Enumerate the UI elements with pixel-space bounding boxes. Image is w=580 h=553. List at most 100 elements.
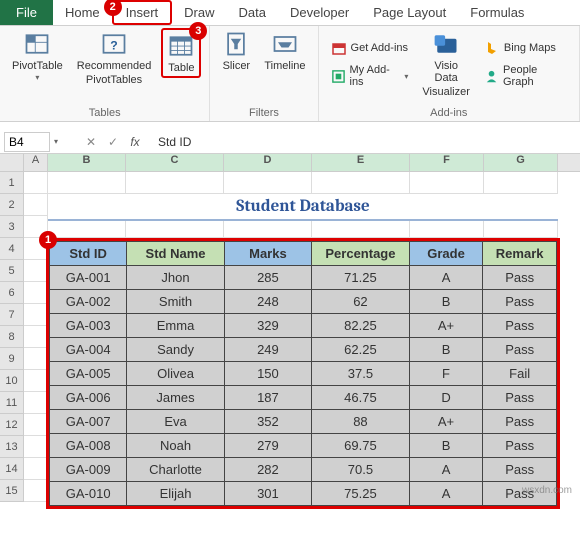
cell-remark[interactable]: Pass	[483, 410, 557, 434]
cell[interactable]	[24, 480, 48, 502]
cell[interactable]	[24, 260, 48, 282]
cell-pct[interactable]: 69.75	[312, 434, 410, 458]
recommended-pivottables-button[interactable]: ? Recommended PivotTables	[73, 28, 156, 88]
th-grade[interactable]: Grade	[409, 242, 483, 266]
cell-marks[interactable]: 187	[224, 386, 311, 410]
cell[interactable]	[126, 172, 224, 194]
cell-grade[interactable]: B	[409, 290, 483, 314]
cell-grade[interactable]: F	[409, 362, 483, 386]
tab-developer[interactable]: Developer	[278, 0, 361, 25]
cell[interactable]	[24, 436, 48, 458]
pivottable-button[interactable]: PivotTable ▾	[8, 28, 67, 85]
cell-pct[interactable]: 82.25	[312, 314, 410, 338]
cell-remark[interactable]: Fail	[483, 362, 557, 386]
row-header[interactable]: 11	[0, 392, 24, 414]
cell-grade[interactable]: A+	[409, 410, 483, 434]
get-addins-button[interactable]: Get Add-ins	[327, 38, 413, 58]
cell[interactable]	[24, 370, 48, 392]
row-header[interactable]: 8	[0, 326, 24, 348]
cell-id[interactable]: GA-001	[50, 266, 127, 290]
cell[interactable]	[24, 282, 48, 304]
cell[interactable]	[312, 172, 410, 194]
cell-marks[interactable]: 279	[224, 434, 311, 458]
cell-pct[interactable]: 88	[312, 410, 410, 434]
cell-name[interactable]: James	[127, 386, 224, 410]
enter-icon[interactable]: ✓	[104, 135, 122, 149]
cell-pct[interactable]: 71.25	[312, 266, 410, 290]
row-header[interactable]: 10	[0, 370, 24, 392]
col-A[interactable]: A	[24, 154, 48, 171]
cell-name[interactable]: Noah	[127, 434, 224, 458]
tab-data[interactable]: Data	[227, 0, 278, 25]
row-header[interactable]: 2	[0, 194, 24, 216]
my-addins-button[interactable]: My Add-ins ▾	[327, 62, 413, 90]
cell-marks[interactable]: 329	[224, 314, 311, 338]
visio-button[interactable]: Visio Data Visualizer	[418, 28, 474, 100]
cell-id[interactable]: GA-002	[50, 290, 127, 314]
cell-name[interactable]: Jhon	[127, 266, 224, 290]
cell[interactable]	[24, 326, 48, 348]
cell-id[interactable]: GA-004	[50, 338, 127, 362]
th-remark[interactable]: Remark	[483, 242, 557, 266]
tab-formulas[interactable]: Formulas	[458, 0, 536, 25]
cell-marks[interactable]: 285	[224, 266, 311, 290]
cell-name[interactable]: Charlotte	[127, 458, 224, 482]
cell[interactable]	[24, 458, 48, 480]
bing-maps-button[interactable]: Bing Maps	[480, 38, 571, 58]
cell[interactable]	[24, 194, 48, 216]
col-D[interactable]: D	[224, 154, 312, 171]
row-header[interactable]: 5	[0, 260, 24, 282]
cell-id[interactable]: GA-007	[50, 410, 127, 434]
cell-pct[interactable]: 62.25	[312, 338, 410, 362]
row-header[interactable]: 15	[0, 480, 24, 502]
row-header[interactable]: 14	[0, 458, 24, 480]
cell[interactable]	[224, 172, 312, 194]
table-button[interactable]: Table 3	[161, 28, 201, 78]
col-C[interactable]: C	[126, 154, 224, 171]
cell-name[interactable]: Olivea	[127, 362, 224, 386]
select-all-corner[interactable]	[0, 154, 24, 171]
col-E[interactable]: E	[312, 154, 410, 171]
fx-icon[interactable]: fx	[126, 135, 144, 149]
cell-id[interactable]: GA-008	[50, 434, 127, 458]
cell-remark[interactable]: Pass	[483, 482, 557, 506]
cell-remark[interactable]: Pass	[483, 338, 557, 362]
th-name[interactable]: Std Name	[127, 242, 224, 266]
cell[interactable]	[24, 172, 48, 194]
cell[interactable]	[24, 304, 48, 326]
cell-grade[interactable]: A	[409, 458, 483, 482]
timeline-button[interactable]: Timeline	[260, 28, 309, 74]
cell[interactable]	[48, 172, 126, 194]
name-dropdown-icon[interactable]: ▾	[54, 137, 58, 146]
cell-remark[interactable]: Pass	[483, 314, 557, 338]
cell-name[interactable]: Sandy	[127, 338, 224, 362]
cell-grade[interactable]: D	[409, 386, 483, 410]
cell-id[interactable]: GA-009	[50, 458, 127, 482]
cell-marks[interactable]: 352	[224, 410, 311, 434]
cell[interactable]	[410, 172, 484, 194]
cell-name[interactable]: Smith	[127, 290, 224, 314]
cell-id[interactable]: GA-003	[50, 314, 127, 338]
cell-remark[interactable]: Pass	[483, 290, 557, 314]
cell-id[interactable]: GA-010	[50, 482, 127, 506]
cell-marks[interactable]: 282	[224, 458, 311, 482]
cell-pct[interactable]: 75.25	[312, 482, 410, 506]
cell-pct[interactable]: 46.75	[312, 386, 410, 410]
cell-grade[interactable]: A+	[409, 314, 483, 338]
cell[interactable]	[484, 172, 558, 194]
cancel-icon[interactable]: ✕	[82, 135, 100, 149]
col-B[interactable]: B	[48, 154, 126, 171]
formula-value[interactable]: Std ID	[148, 135, 191, 149]
cell[interactable]	[24, 414, 48, 436]
row-header[interactable]: 3	[0, 216, 24, 238]
th-marks[interactable]: Marks	[224, 242, 311, 266]
cell-id[interactable]: GA-006	[50, 386, 127, 410]
cell-remark[interactable]: Pass	[483, 434, 557, 458]
row-header[interactable]: 12	[0, 414, 24, 436]
cell-grade[interactable]: B	[409, 434, 483, 458]
cell-grade[interactable]: A	[409, 482, 483, 506]
tab-insert[interactable]: Insert 2	[112, 0, 173, 25]
th-pct[interactable]: Percentage	[312, 242, 410, 266]
cell-pct[interactable]: 62	[312, 290, 410, 314]
row-header[interactable]: 4	[0, 238, 24, 260]
